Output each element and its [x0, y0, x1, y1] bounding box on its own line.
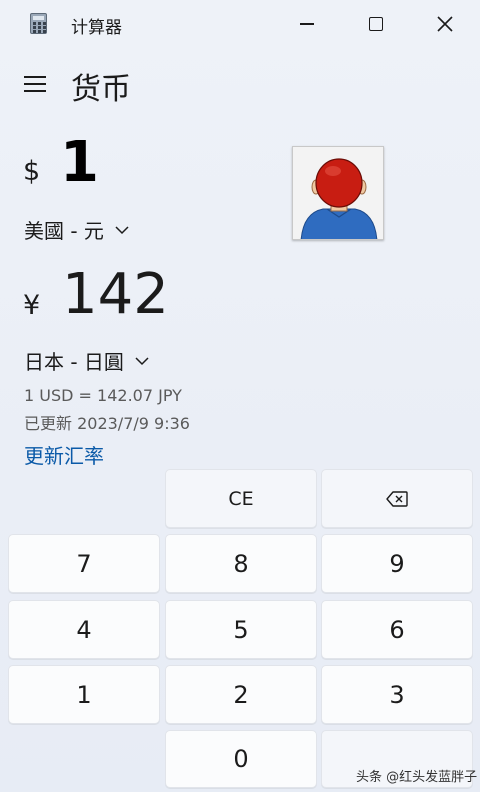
from-currency-label: 美國 - 元 [24, 219, 104, 243]
minimize-button[interactable] [272, 0, 342, 48]
backspace-icon [386, 490, 408, 507]
avatar [292, 146, 384, 240]
digit-8-button[interactable]: 8 [165, 534, 317, 593]
digit-4-button[interactable]: 4 [8, 600, 160, 659]
digit-3-button[interactable]: 3 [321, 665, 473, 724]
close-icon [437, 16, 453, 32]
chevron-down-icon [115, 225, 129, 234]
close-button[interactable] [410, 0, 480, 48]
title-bar: 计算器 [0, 0, 480, 48]
minimize-icon [300, 23, 314, 25]
backspace-button[interactable] [321, 469, 473, 528]
digit-7-button[interactable]: 7 [8, 534, 160, 593]
exchange-rate-text: 1 USD = 142.07 JPY [24, 386, 182, 405]
window-title: 计算器 [71, 18, 122, 38]
digit-0-button[interactable]: 0 [165, 730, 317, 788]
hamburger-icon [24, 76, 46, 78]
to-currency-symbol: ¥ [23, 290, 41, 321]
to-amount: 142 [62, 262, 169, 327]
digit-1-button[interactable]: 1 [8, 665, 160, 724]
digit-2-button[interactable]: 2 [165, 665, 317, 724]
last-updated-text: 已更新 2023/7/9 9:36 [24, 414, 190, 433]
from-amount[interactable]: 1 [60, 130, 99, 195]
digit-5-button[interactable]: 5 [165, 600, 317, 659]
calculator-app-icon [30, 13, 47, 34]
chevron-down-icon [135, 356, 149, 365]
digit-9-button[interactable]: 9 [321, 534, 473, 593]
from-currency-symbol: $ [23, 156, 41, 187]
maximize-button[interactable] [341, 0, 411, 48]
watermark-text: 头条 @红头发蓝胖子 [356, 770, 478, 785]
digit-6-button[interactable]: 6 [321, 600, 473, 659]
maximize-icon [369, 17, 383, 31]
clear-entry-button[interactable]: CE [165, 469, 317, 528]
to-currency-dropdown[interactable]: 日本 - 日圓 [24, 346, 150, 375]
to-currency-label: 日本 - 日圓 [24, 350, 124, 374]
page-title: 货币 [71, 72, 131, 107]
update-rates-link[interactable]: 更新汇率 [24, 440, 104, 469]
navigation-menu-button[interactable] [24, 74, 48, 94]
from-currency-dropdown[interactable]: 美國 - 元 [24, 215, 130, 244]
